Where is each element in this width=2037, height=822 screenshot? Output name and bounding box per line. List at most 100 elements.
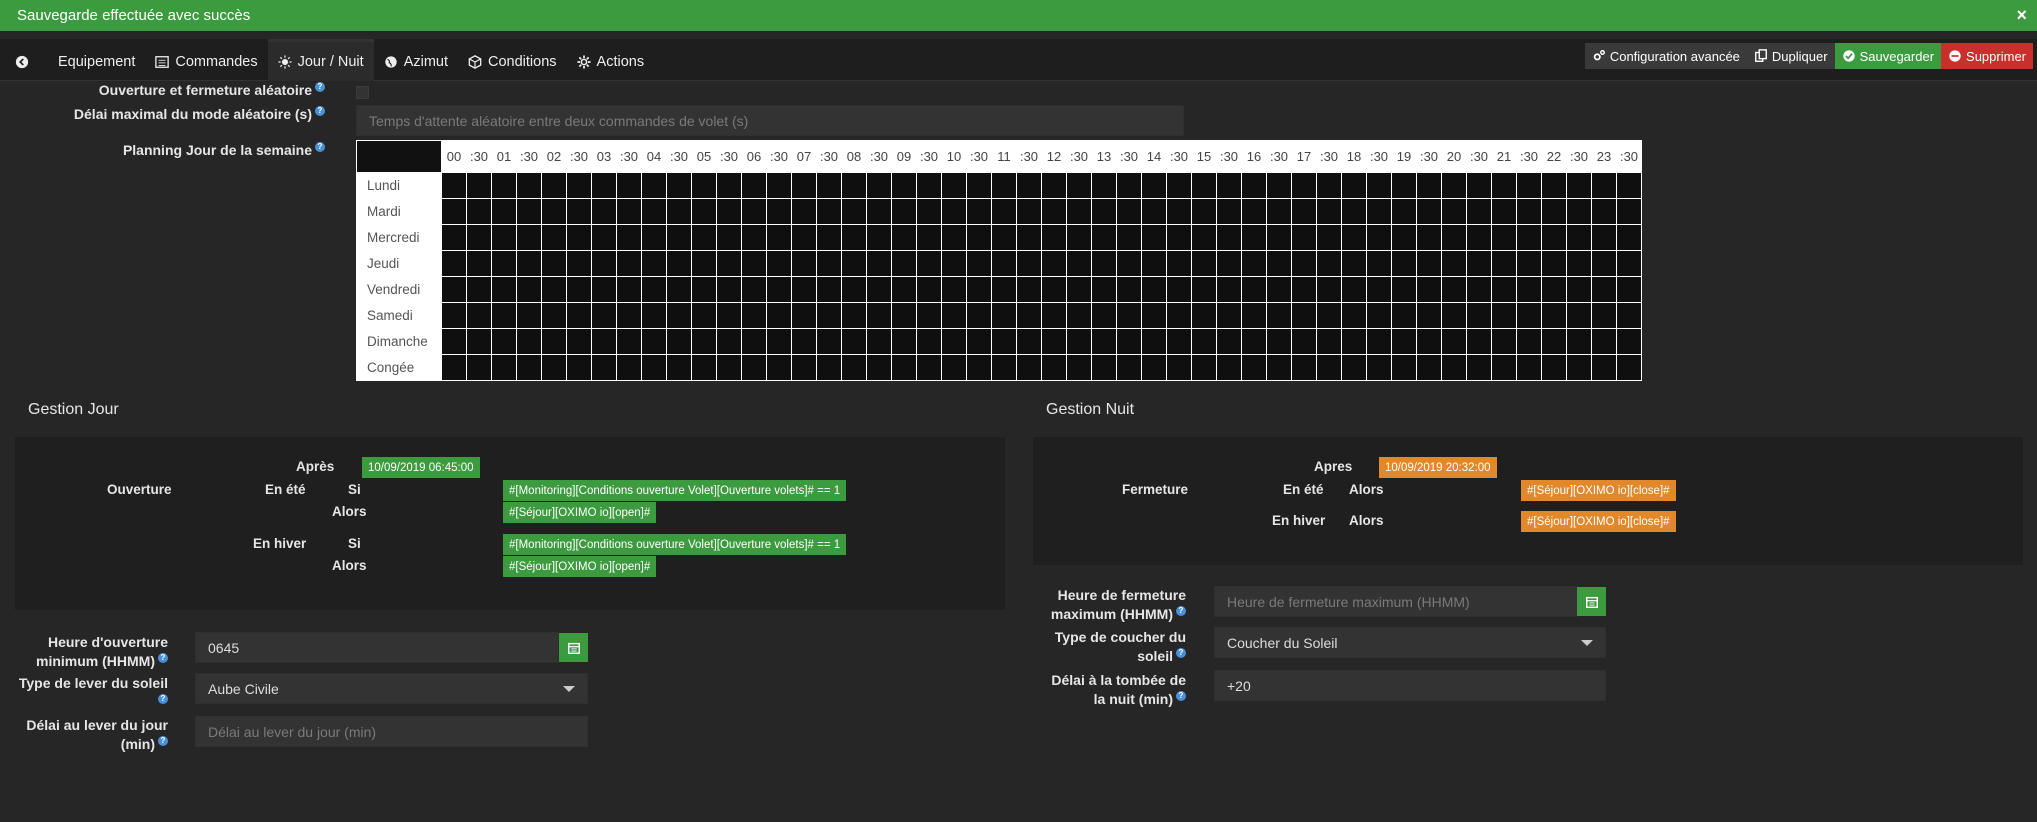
planning-cell[interactable] [1366, 302, 1392, 329]
planning-cell[interactable] [1116, 224, 1142, 251]
planning-cell[interactable] [791, 198, 817, 225]
planning-cell[interactable] [1441, 224, 1467, 251]
planning-cell[interactable] [941, 276, 967, 303]
planning-cell[interactable] [1066, 354, 1092, 381]
planning-cell[interactable] [1016, 302, 1042, 329]
planning-cell[interactable] [1591, 172, 1617, 199]
planning-cell[interactable] [516, 198, 542, 225]
planning-cell[interactable] [1566, 302, 1592, 329]
planning-cell[interactable] [791, 172, 817, 199]
planning-cell[interactable] [1066, 224, 1092, 251]
planning-cell[interactable] [1091, 224, 1117, 251]
planning-cell[interactable] [491, 172, 517, 199]
planning-cell[interactable] [1566, 224, 1592, 251]
planning-cell[interactable] [741, 198, 767, 225]
planning-cell[interactable] [1341, 276, 1367, 303]
planning-cell[interactable] [766, 172, 792, 199]
planning-cell[interactable] [641, 250, 667, 277]
planning-cell[interactable] [1391, 198, 1417, 225]
planning-cell[interactable] [791, 302, 817, 329]
planning-cell[interactable] [541, 354, 567, 381]
planning-cell[interactable] [1166, 250, 1192, 277]
planning-cell[interactable] [1441, 198, 1467, 225]
planning-cell[interactable] [1591, 198, 1617, 225]
planning-cell[interactable] [1266, 276, 1292, 303]
planning-cell[interactable] [1241, 224, 1267, 251]
planning-cell[interactable] [1016, 276, 1042, 303]
planning-cell[interactable] [1516, 250, 1542, 277]
planning-cell[interactable] [1366, 328, 1392, 355]
planning-cell[interactable] [1616, 328, 1642, 355]
planning-cell[interactable] [1316, 276, 1342, 303]
planning-cell[interactable] [466, 354, 492, 381]
planning-cell[interactable] [441, 224, 467, 251]
planning-cell[interactable] [591, 198, 617, 225]
planning-cell[interactable] [691, 302, 717, 329]
planning-cell[interactable] [491, 328, 517, 355]
planning-cell[interactable] [891, 276, 917, 303]
planning-cell[interactable] [641, 302, 667, 329]
planning-cell[interactable] [516, 354, 542, 381]
planning-cell[interactable] [1441, 328, 1467, 355]
planning-cell[interactable] [1191, 224, 1217, 251]
planning-cell[interactable] [1016, 354, 1042, 381]
planning-cell[interactable] [1466, 172, 1492, 199]
planning-cell[interactable] [666, 198, 692, 225]
delete-button[interactable]: Supprimer [1941, 43, 2033, 69]
planning-cell[interactable] [1541, 354, 1567, 381]
planning-cell[interactable] [1466, 250, 1492, 277]
planning-cell[interactable] [966, 354, 992, 381]
planning-cell[interactable] [966, 172, 992, 199]
planning-cell[interactable] [916, 250, 942, 277]
planning-cell[interactable] [1091, 172, 1117, 199]
planning-cell[interactable] [441, 328, 467, 355]
planning-cell[interactable] [691, 172, 717, 199]
planning-cell[interactable] [616, 276, 642, 303]
planning-cell[interactable] [891, 328, 917, 355]
planning-cell[interactable] [741, 250, 767, 277]
planning-cell[interactable] [1416, 302, 1442, 329]
planning-cell[interactable] [1191, 276, 1217, 303]
planning-cell[interactable] [716, 302, 742, 329]
planning-cell[interactable] [1491, 172, 1517, 199]
planning-cell[interactable] [966, 328, 992, 355]
planning-cell[interactable] [1491, 354, 1517, 381]
planning-cell[interactable] [1091, 198, 1117, 225]
planning-cell[interactable] [1166, 172, 1192, 199]
planning-cell[interactable] [1066, 328, 1092, 355]
planning-cell[interactable] [991, 276, 1017, 303]
planning-cell[interactable] [666, 276, 692, 303]
planning-cell[interactable] [891, 198, 917, 225]
planning-cell[interactable] [1266, 250, 1292, 277]
planning-cell[interactable] [841, 250, 867, 277]
delai-lever-input[interactable]: Délai au lever du jour (min) [195, 716, 588, 747]
planning-cell[interactable] [1141, 276, 1167, 303]
planning-cell[interactable] [966, 224, 992, 251]
planning-cell[interactable] [1466, 276, 1492, 303]
planning-cell[interactable] [741, 224, 767, 251]
planning-cell[interactable] [1491, 224, 1517, 251]
planning-cell[interactable] [1591, 302, 1617, 329]
heure-ouverture-input[interactable]: 0645 [195, 632, 559, 663]
tab-jour-nuit[interactable]: Jour / Nuit [267, 39, 374, 81]
planning-cell[interactable] [1116, 250, 1142, 277]
planning-cell[interactable] [816, 224, 842, 251]
planning-cell[interactable] [591, 172, 617, 199]
save-button[interactable]: Sauvegarder [1834, 43, 1942, 69]
planning-cell[interactable] [1116, 276, 1142, 303]
planning-cell[interactable] [816, 198, 842, 225]
planning-cell[interactable] [566, 302, 592, 329]
planning-cell[interactable] [766, 302, 792, 329]
planning-cell[interactable] [766, 276, 792, 303]
planning-cell[interactable] [816, 250, 842, 277]
planning-cell[interactable] [1016, 328, 1042, 355]
planning-cell[interactable] [1291, 354, 1317, 381]
planning-cell[interactable] [591, 354, 617, 381]
planning-cell[interactable] [1066, 172, 1092, 199]
planning-cell[interactable] [1391, 250, 1417, 277]
planning-cell[interactable] [766, 250, 792, 277]
planning-cell[interactable] [1266, 354, 1292, 381]
help-icon[interactable]: ? [158, 694, 168, 705]
planning-cell[interactable] [466, 224, 492, 251]
planning-cell[interactable] [616, 172, 642, 199]
